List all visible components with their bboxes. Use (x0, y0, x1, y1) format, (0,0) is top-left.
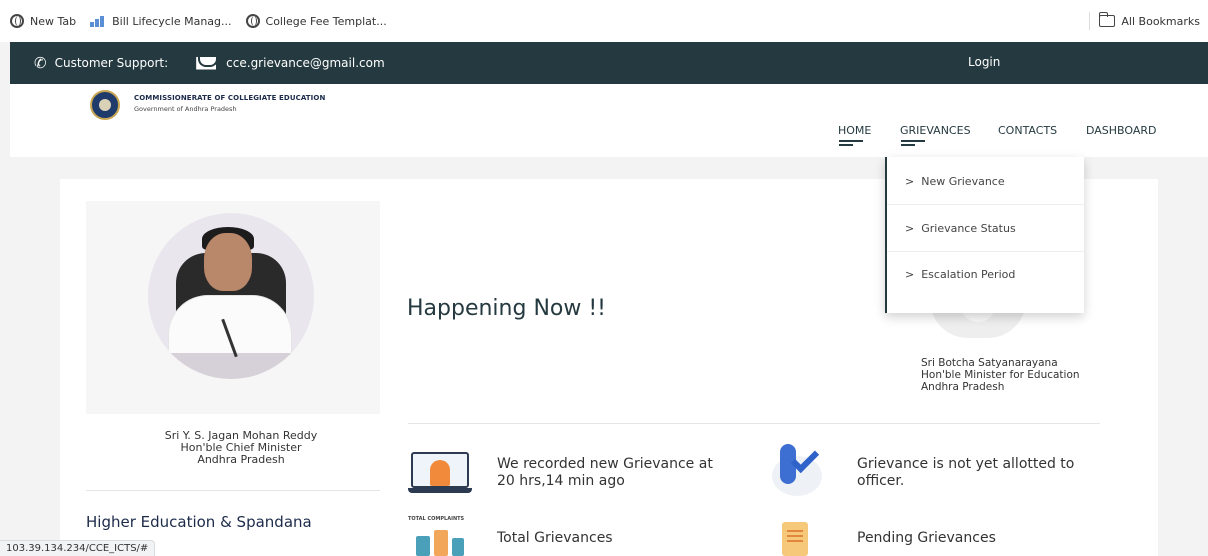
chief-minister-caption: Sri Y. S. Jagan Mohan Reddy Hon'ble Chie… (86, 430, 396, 466)
support-email-link[interactable]: cce.grievance@gmail.com (226, 56, 384, 70)
emblem-logo[interactable] (90, 90, 120, 120)
menu-divider (887, 204, 1084, 205)
pending-document-icon (776, 520, 816, 556)
globe-icon (245, 14, 260, 28)
bookmarks-divider (1089, 12, 1090, 30)
chevron-right-icon: > (905, 222, 915, 235)
total-grievances-label: Total Grievances (497, 530, 613, 546)
chevron-right-icon: > (905, 268, 915, 281)
nav-contacts[interactable]: CONTACTS (998, 124, 1057, 137)
grievances-dropdown-menu: > New Grievance > Grievance Status > Esc… (885, 157, 1084, 313)
nav-home[interactable]: HOME (838, 124, 871, 137)
laptop-person-icon (408, 450, 472, 494)
phone-icon: ✆ (34, 54, 47, 72)
education-minister-caption: Sri Botcha Satyanarayana Hon'ble Ministe… (921, 357, 1080, 393)
menu-item-new-grievance[interactable]: > New Grievance (905, 175, 1005, 188)
globe-icon (10, 14, 24, 28)
divider (86, 490, 380, 491)
org-name: COMMISSIONERATE OF COLLEGIATE EDUCATION (134, 94, 326, 102)
all-bookmarks-button[interactable]: All Bookmarks (1098, 0, 1200, 42)
not-allotted-stat: Grievance is not yet allotted to officer… (857, 456, 1075, 489)
higher-education-heading: Higher Education & Spandana (86, 513, 312, 531)
bookmark-label: New Tab (30, 14, 77, 28)
nav-grievances[interactable]: GRIEVANCES (900, 124, 971, 137)
chief-minister-photo (148, 213, 314, 379)
bookmark-college-fee[interactable]: College Fee Templat... (245, 14, 387, 28)
top-contact-bar: ✆ Customer Support: cce.grievance@gmail.… (10, 42, 1208, 84)
total-complaints-icon: TOTAL COMPLAINTS (408, 516, 468, 556)
minister-state: Andhra Pradesh (921, 381, 1005, 393)
pending-grievances-label: Pending Grievances (857, 530, 996, 546)
nav-grievances-underline (901, 140, 925, 142)
menu-item-grievance-status[interactable]: > Grievance Status (905, 222, 1016, 235)
minister-title: Hon'ble Minister for Education (921, 369, 1080, 381)
folder-icon (1098, 12, 1116, 27)
org-subtitle: Government of Andhra Pradesh (134, 105, 237, 113)
bookmark-label: College Fee Templat... (265, 14, 387, 28)
bookmarks-bar: New Tab Bill Lifecycle Manag... College … (0, 0, 1208, 42)
bookmark-label: Bill Lifecycle Manag... (112, 14, 232, 28)
customer-support-label: Customer Support: (54, 56, 169, 70)
recent-grievance-stat: We recorded new Grievance at 20 hrs,14 m… (497, 456, 713, 489)
cm-state: Andhra Pradesh (197, 453, 285, 466)
all-bookmarks-label: All Bookmarks (1121, 14, 1200, 28)
bookmark-new-tab[interactable]: New Tab (10, 14, 76, 28)
bill-icon (90, 15, 106, 27)
menu-item-escalation-period[interactable]: > Escalation Period (905, 268, 1015, 281)
mail-icon (196, 56, 217, 70)
site-header: COMMISSIONERATE OF COLLEGIATE EDUCATION … (10, 84, 1208, 157)
chevron-right-icon: > (905, 175, 915, 188)
nav-grievances-underline (901, 144, 915, 146)
checkmark-person-icon (766, 440, 826, 498)
nav-dashboard[interactable]: DASHBOARD (1086, 124, 1157, 137)
login-link[interactable]: Login (968, 55, 1000, 69)
nav-home-underline (839, 144, 853, 146)
nav-home-underline (839, 140, 863, 142)
divider (408, 423, 1100, 424)
happening-now-heading: Happening Now !! (407, 296, 606, 321)
menu-divider (887, 251, 1084, 252)
bookmark-bill-lifecycle[interactable]: Bill Lifecycle Manag... (90, 14, 232, 28)
minister-name: Sri Botcha Satyanarayana (921, 357, 1058, 369)
status-bar-url: 103.39.134.234/CCE_ICTS/# (0, 540, 156, 556)
